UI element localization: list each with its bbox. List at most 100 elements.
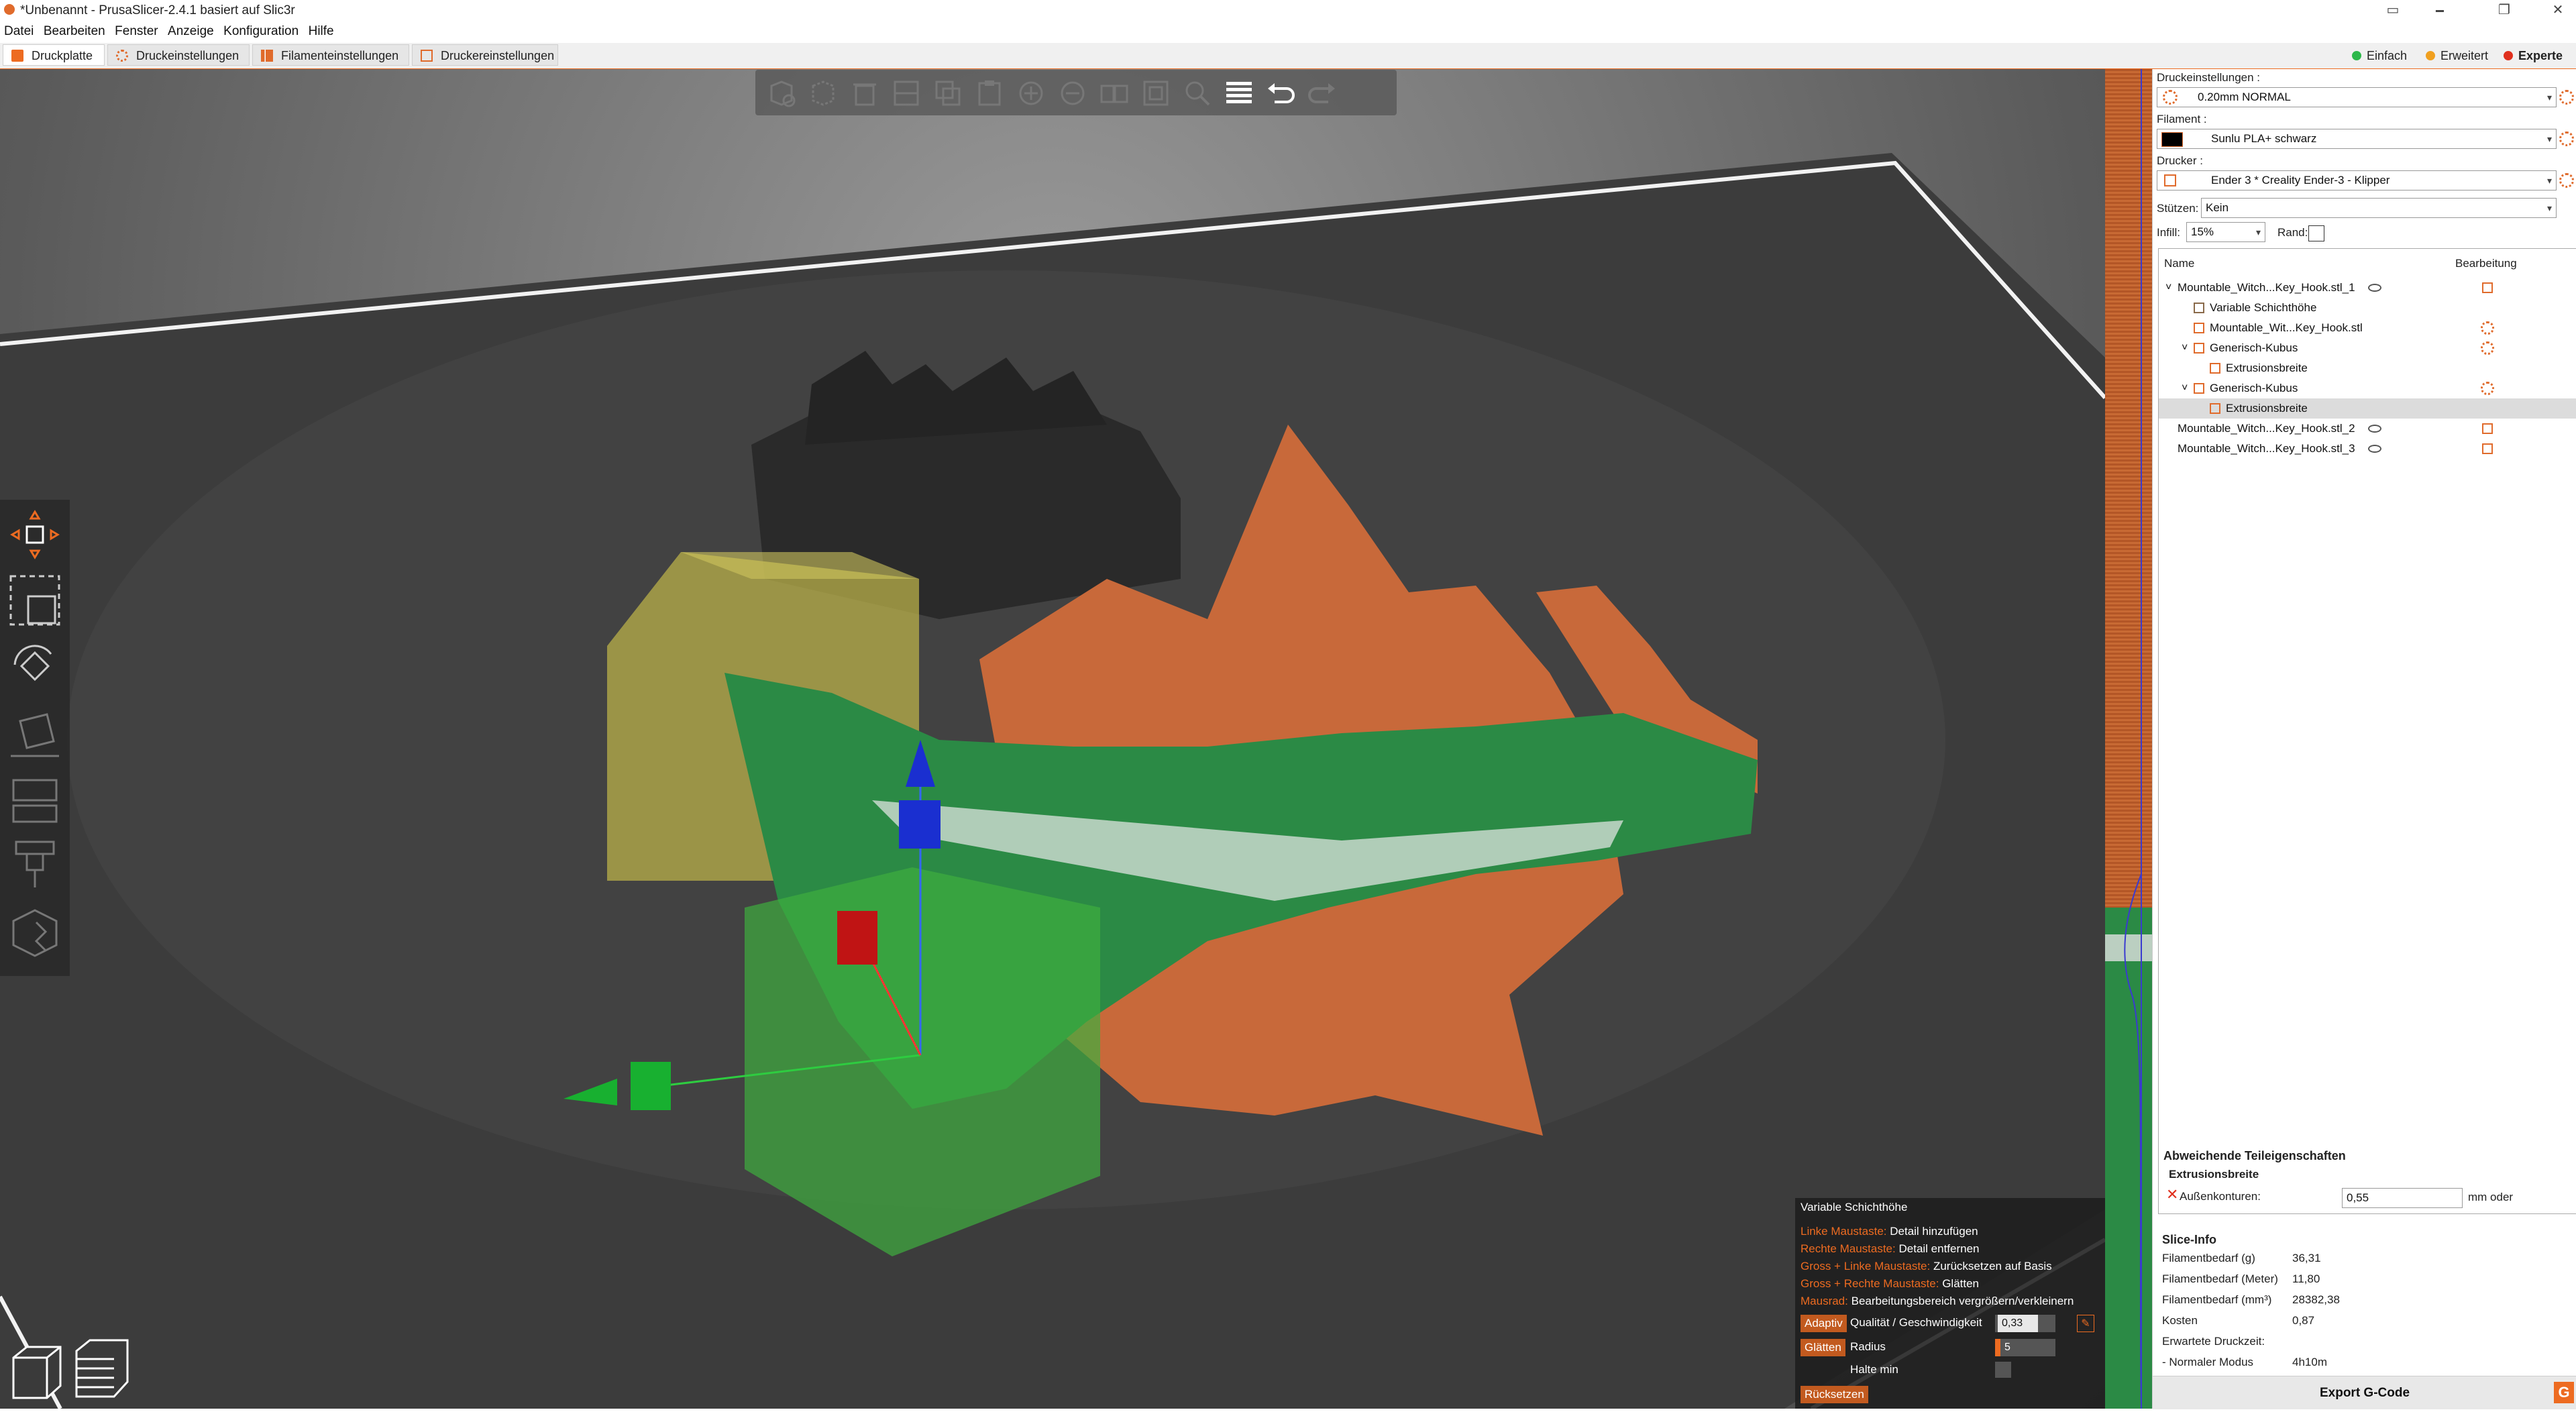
rotate-tool-icon[interactable]	[7, 638, 63, 694]
edit-quality-icon[interactable]: ✎	[2077, 1315, 2094, 1332]
edit-object-icon[interactable]	[2482, 423, 2493, 434]
object-list-row[interactable]: Mountable_Witch...Key_Hook.stl_2	[2159, 419, 2576, 439]
object-list-row[interactable]: Extrusionsbreite	[2159, 398, 2576, 419]
delete-icon[interactable]	[806, 76, 840, 110]
supports-combo[interactable]: Kein ▾	[2201, 198, 2557, 218]
window-title: *Unbenannt - PrusaSlicer-2.4.1 basiert a…	[20, 3, 295, 17]
object-list-row[interactable]: ˅ Generisch-Kubus	[2159, 338, 2576, 358]
object-list-row[interactable]: Extrusionsbreite	[2159, 358, 2576, 378]
expand-icon[interactable]: ˅	[2182, 338, 2188, 358]
adaptive-button[interactable]: Adaptiv	[1801, 1315, 1847, 1332]
menu-fenster[interactable]: Fenster	[115, 24, 158, 39]
quality-slider[interactable]: 0,33	[1995, 1315, 2055, 1332]
smooth-button[interactable]: Glätten	[1801, 1339, 1845, 1356]
keep-min-checkbox[interactable]	[1995, 1362, 2011, 1378]
edit-filament-icon[interactable]	[2559, 131, 2574, 146]
menu-anzeige[interactable]: Anzeige	[168, 24, 214, 39]
add-icon[interactable]	[765, 76, 798, 110]
perimeters-label: Außenkonturen:	[2180, 1190, 2261, 1203]
expand-icon[interactable]: ˅	[2182, 378, 2188, 398]
layers-editing-icon[interactable]	[1222, 76, 1256, 110]
legend-row: Linke Maustaste: Detail hinzufügen	[1801, 1225, 1978, 1238]
object-list[interactable]: Name Bearbeitung ˅ Mountable_Witch...Key_…	[2158, 248, 2576, 1214]
add-instance-icon[interactable]	[1014, 76, 1048, 110]
cog-icon[interactable]	[2481, 382, 2494, 395]
eye-icon[interactable]	[2368, 425, 2381, 433]
minimize-button[interactable]: 🗕	[2422, 0, 2458, 21]
left-toolbar	[0, 500, 70, 976]
edit-print-settings-icon[interactable]	[2559, 90, 2574, 105]
cog-icon[interactable]	[2481, 321, 2494, 335]
taskbar-icon[interactable]: ▭	[2375, 0, 2411, 21]
filament-combo[interactable]: Sunlu PLA+ schwarz ▾	[2157, 129, 2557, 149]
move-tool-icon[interactable]	[7, 506, 63, 563]
tab-druckereinstellungen[interactable]: Druckereinstellungen	[412, 44, 558, 66]
brim-checkbox[interactable]	[2308, 225, 2324, 241]
layer-height-slider[interactable]	[2105, 69, 2152, 1409]
edit-object-icon[interactable]	[2482, 282, 2493, 293]
redo-icon[interactable]	[1305, 76, 1339, 110]
delete-all-icon[interactable]	[848, 76, 881, 110]
infill-combo[interactable]: 15% ▾	[2186, 222, 2265, 242]
expand-icon[interactable]: ˅	[2165, 278, 2171, 298]
place-on-face-icon[interactable]	[7, 705, 63, 761]
printer-icon	[2164, 174, 2176, 186]
object-list-row[interactable]: ˅ Generisch-Kubus	[2159, 378, 2576, 398]
seam-painting-icon[interactable]	[7, 902, 63, 959]
perimeters-input[interactable]: 0,55	[2342, 1188, 2463, 1208]
object-list-row[interactable]: ˅ Mountable_Witch...Key_Hook.stl_1	[2159, 278, 2576, 298]
mode-einfach[interactable]: Einfach	[2348, 46, 2407, 66]
object-list-row[interactable]: Mountable_Wit...Key_Hook.stl	[2159, 318, 2576, 338]
top-toolbar	[755, 70, 1397, 115]
split-parts-icon[interactable]	[1139, 76, 1173, 110]
export-gcode-button[interactable]: Export G-Code G	[2153, 1376, 2576, 1409]
radius-handle[interactable]	[1995, 1339, 2000, 1356]
tab-druckeinstellungen[interactable]: Druckeinstellungen	[107, 44, 250, 66]
object-list-row[interactable]: Variable Schichthöhe	[2159, 298, 2576, 318]
search-icon[interactable]	[1181, 76, 1214, 110]
eye-icon[interactable]	[2368, 284, 2381, 292]
legend-value: Bearbeitungsbereich vergrößern/verkleine…	[1851, 1295, 2074, 1307]
paste-icon[interactable]	[973, 76, 1006, 110]
remove-instance-icon[interactable]	[1056, 76, 1089, 110]
cog-icon[interactable]	[2481, 341, 2494, 355]
copy-icon[interactable]	[931, 76, 965, 110]
3d-viewport[interactable]	[0, 69, 2105, 1409]
menu-konfiguration[interactable]: Konfiguration	[223, 24, 299, 39]
support-painting-icon[interactable]	[7, 835, 63, 891]
arrange-icon[interactable]	[890, 76, 923, 110]
reset-button[interactable]: Rücksetzen	[1801, 1386, 1868, 1403]
spool-icon	[261, 50, 273, 62]
preview-layers-icon[interactable]	[71, 1335, 131, 1402]
printer-combo[interactable]: Ender 3 * Creality Ender-3 - Klipper ▾	[2157, 170, 2557, 191]
tab-filamenteinstellungen[interactable]: Filamenteinstellungen	[252, 44, 409, 66]
mode-experte[interactable]: Experte	[2500, 46, 2563, 66]
menu-bearbeiten[interactable]: Bearbeiten	[44, 24, 105, 39]
close-button[interactable]: ✕	[2540, 0, 2576, 21]
object-list-row[interactable]: Mountable_Witch...Key_Hook.stl_3	[2159, 439, 2576, 459]
legend-key: Gross + Rechte Maustaste:	[1801, 1277, 1939, 1290]
menu-hilfe[interactable]: Hilfe	[309, 24, 334, 39]
radius-slider[interactable]: 5	[1995, 1339, 2055, 1356]
edit-printer-icon[interactable]	[2559, 173, 2574, 188]
split-objects-icon[interactable]	[1097, 76, 1131, 110]
printer-icon	[421, 50, 433, 62]
print-settings-combo[interactable]: 0.20mm NORMAL ▾	[2157, 87, 2557, 107]
edit-object-icon[interactable]	[2482, 443, 2493, 454]
remove-setting-icon[interactable]: ✕	[2166, 1187, 2178, 1203]
eye-icon[interactable]	[2368, 445, 2381, 453]
scene-canvas[interactable]	[0, 69, 2105, 1409]
layer-height-icon	[2194, 303, 2204, 313]
scale-tool-icon[interactable]	[7, 572, 63, 629]
menu-datei[interactable]: Datei	[4, 24, 34, 39]
undo-icon[interactable]	[1264, 76, 1297, 110]
gizmo-y-handle	[837, 911, 877, 965]
send-gcode-icon[interactable]: G	[2554, 1382, 2574, 1403]
maximize-button[interactable]: ❐	[2486, 0, 2522, 21]
cut-tool-icon[interactable]	[7, 771, 63, 827]
tab-druckplatte[interactable]: Druckplatte	[3, 44, 105, 66]
mode-erweitert[interactable]: Erweitert	[2422, 46, 2488, 66]
view-mode-buttons	[0, 1335, 141, 1409]
filament-color-swatch[interactable]	[2161, 132, 2183, 147]
3d-view-icon[interactable]	[7, 1342, 67, 1402]
